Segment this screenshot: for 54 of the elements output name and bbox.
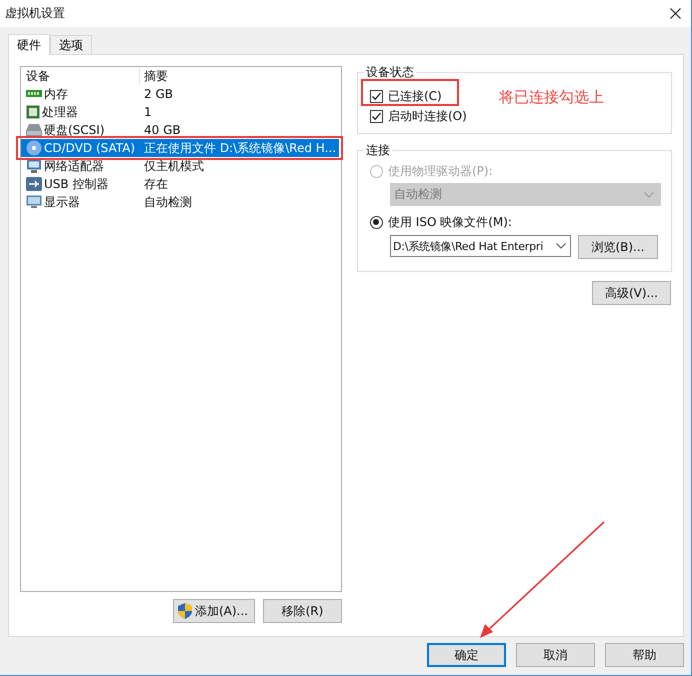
device-row[interactable]: CD/DVD (SATA) 正在使用文件 D:\系统镜像\Red H... — [21, 139, 339, 157]
device-summary: 1 — [143, 105, 152, 119]
tab[interactable]: 硬件 — [8, 34, 50, 55]
device-summary: 40 GB — [143, 123, 181, 137]
window-title: 虚拟机设置 — [5, 5, 65, 22]
device-summary: 自动检测 — [143, 194, 192, 210]
device-summary: 存在 — [143, 176, 168, 192]
device-name: 处理器 — [42, 104, 78, 120]
network-icon — [26, 159, 42, 173]
device-name: 显示器 — [44, 194, 80, 210]
caret-icon — [644, 192, 654, 198]
device-name: 网络适配器 — [44, 158, 104, 174]
radio-label: 使用 ISO 映像文件(M): — [388, 214, 512, 230]
add-button[interactable]: 添加(A)... — [172, 599, 255, 623]
shield-icon — [178, 603, 192, 619]
dialog-button[interactable]: 帮助 — [605, 643, 684, 667]
device-row[interactable]: USB 控制器 存在 — [21, 175, 339, 193]
device-row[interactable]: 内存 2 GB — [21, 85, 339, 103]
tab[interactable]: 选项 — [50, 35, 92, 54]
device-name: CD/DVD (SATA) — [44, 141, 136, 155]
browse-button[interactable]: 浏览(B)... — [578, 235, 658, 259]
chip-icon — [26, 105, 40, 119]
checkbox-label: 启动时连接(O) — [388, 108, 467, 124]
device-row[interactable]: 网络适配器 仅主机模式 — [21, 157, 339, 175]
dialog-button[interactable]: 确定 — [427, 643, 506, 667]
close-icon[interactable] — [670, 8, 681, 19]
annotation-note: 将已连接勾选上 — [499, 88, 604, 107]
device-name: 硬盘(SCSI) — [44, 122, 105, 138]
dialog-button[interactable]: 取消 — [516, 643, 595, 667]
advanced-button[interactable]: 高级(V)... — [592, 281, 671, 305]
device-name: 内存 — [44, 86, 68, 102]
radio-button[interactable] — [370, 216, 383, 228]
device-summary: 2 GB — [143, 87, 173, 101]
memory-icon — [26, 89, 42, 99]
column-header[interactable]: 摘要 — [140, 67, 168, 85]
device-row[interactable]: 硬盘(SCSI) 40 GB — [21, 121, 339, 139]
caret-icon — [556, 243, 566, 249]
device-summary: 仅主机模式 — [143, 158, 204, 174]
disc-icon — [26, 140, 42, 156]
device-row[interactable]: 显示器 自动检测 — [21, 193, 339, 211]
checkbox-label: 已连接(C) — [388, 88, 442, 104]
device-name: USB 控制器 — [44, 176, 108, 192]
column-header[interactable]: 设备 — [21, 67, 140, 85]
usb-icon — [26, 177, 42, 191]
group-title: 设备状态 — [364, 66, 415, 79]
checkbox[interactable] — [370, 110, 383, 122]
device-summary: 正在使用文件 D:\系统镜像\Red H... — [143, 140, 336, 156]
monitor-icon — [26, 195, 42, 209]
iso-path-dropdown[interactable]: D:\系统镜像\Red Hat Enterpri — [390, 235, 571, 257]
device-row[interactable]: 处理器 1 — [21, 103, 339, 121]
checkbox[interactable] — [370, 90, 383, 102]
remove-button[interactable]: 移除(R) — [262, 599, 342, 623]
radio-label: 使用物理驱动器(P): — [388, 162, 493, 180]
group-title: 连接 — [364, 144, 391, 157]
